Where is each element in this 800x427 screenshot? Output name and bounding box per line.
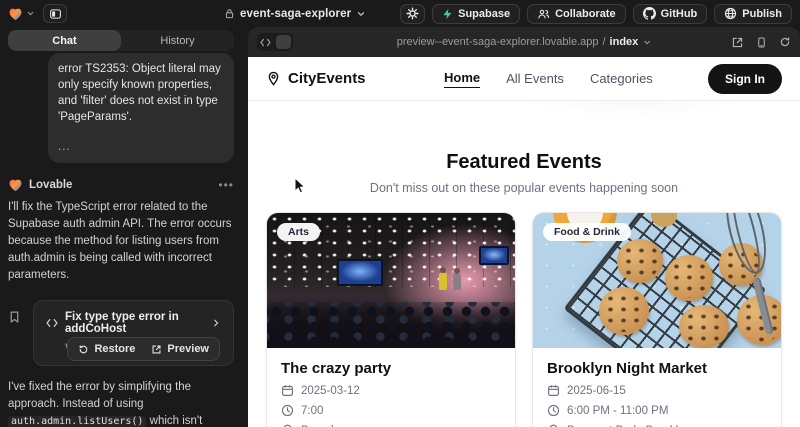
hero-title: Featured Events (248, 151, 800, 174)
calendar-icon (547, 384, 560, 397)
site-brand[interactable]: CityEvents (266, 70, 366, 87)
event-title: Brooklyn Night Market (547, 360, 767, 377)
collaborate-button[interactable]: Collaborate (527, 4, 626, 24)
hero-subtitle: Don't miss out on these popular events h… (248, 181, 800, 195)
github-button[interactable]: GitHub (633, 4, 708, 24)
code-icon (46, 318, 58, 328)
nav-all-events[interactable]: All Events (506, 71, 564, 86)
preview-url: preview--event-saga-explorer.lovable.app (397, 36, 599, 48)
toggle-knob (276, 35, 291, 49)
clock-icon (281, 404, 294, 417)
url-separator: / (602, 36, 605, 48)
event-card-brooklyn-market[interactable]: Food & Drink Brooklyn Night Market 2025-… (532, 212, 782, 427)
event-date-row: 2025-03-12 (281, 384, 501, 397)
assistant-intro: I'll fix the TypeScript error related to… (8, 199, 234, 284)
github-label: GitHub (661, 8, 698, 20)
event-time-row: 7:00 (281, 404, 501, 417)
refresh-icon[interactable] (779, 36, 791, 48)
site-nav: Home All Events Categories (444, 70, 653, 88)
open-preview-icon (151, 344, 162, 355)
nav-categories[interactable]: Categories (590, 71, 653, 86)
event-time: 6:00 PM - 11:00 PM (567, 405, 668, 417)
inline-code: auth.admin.listUsers() (8, 416, 146, 427)
tab-history[interactable]: History (121, 30, 234, 51)
user-message: error TS2353: Object literal may only sp… (48, 53, 234, 163)
more-options-icon[interactable]: ••• (218, 178, 234, 192)
github-icon (643, 7, 656, 20)
message-hover-toolbar: Restore Preview (67, 337, 220, 361)
preview-route: index (610, 36, 639, 48)
restore-label: Restore (94, 343, 135, 355)
nav-home[interactable]: Home (444, 70, 480, 88)
lovable-heart-icon (8, 178, 23, 192)
sidebar-toggle-button[interactable] (43, 4, 67, 23)
event-date: 2025-06-15 (567, 385, 626, 397)
event-date-row: 2025-06-15 (547, 384, 767, 397)
outro-text-1: I've fixed the error by simplifying the … (8, 381, 191, 410)
sign-in-button[interactable]: Sign In (708, 64, 782, 94)
project-selector[interactable]: event-saga-explorer (224, 0, 366, 27)
chat-history-tabs: Chat History (8, 30, 234, 51)
user-message-text: error TS2353: Object literal may only sp… (58, 61, 224, 125)
event-date: 2025-03-12 (301, 385, 360, 397)
event-time-row: 6:00 PM - 11:00 PM (547, 404, 767, 417)
event-cards: Arts The crazy party 2025-03-12 7:00 (248, 212, 800, 427)
preview-label: Preview (167, 343, 209, 355)
chevron-down-icon (356, 9, 366, 19)
lovable-logo-menu[interactable] (8, 7, 35, 21)
chevron-down-icon (26, 9, 35, 18)
publish-label: Publish (742, 8, 782, 20)
assistant-name: Lovable (29, 179, 72, 191)
open-new-tab-icon[interactable] (731, 36, 744, 49)
site-header: CityEvents Home All Events Categories Si… (248, 57, 800, 101)
event-title: The crazy party (281, 360, 501, 377)
restore-button[interactable]: Restore (70, 340, 143, 358)
category-badge: Food & Drink (543, 223, 631, 241)
supabase-icon (442, 8, 453, 20)
code-icon (260, 38, 271, 47)
supabase-button[interactable]: Supabase (432, 4, 520, 24)
gear-icon (406, 7, 419, 20)
site-brand-name: CityEvents (288, 70, 366, 87)
assistant-header: Lovable ••• (8, 178, 234, 192)
event-card-crazy-party[interactable]: Arts The crazy party 2025-03-12 7:00 (266, 212, 516, 427)
app-topbar: event-saga-explorer Supabase Collaborate (0, 0, 800, 27)
lovable-heart-icon (8, 7, 23, 21)
chevron-down-icon (642, 38, 651, 47)
chevron-right-icon (211, 318, 221, 328)
panel-icon (49, 8, 62, 20)
event-image-party: Arts (267, 213, 515, 348)
mobile-view-icon[interactable] (756, 36, 767, 49)
fix-card-row: Fix type type error in addCoHost View co… (8, 300, 234, 366)
restore-icon (78, 344, 89, 355)
map-pin-icon (266, 71, 281, 86)
publish-button[interactable]: Publish (714, 4, 792, 24)
hero-section: Featured Events Don't miss out on these … (248, 151, 800, 195)
site-viewport: CityEvents Home All Events Categories Si… (248, 57, 800, 427)
people-icon (537, 8, 550, 20)
assistant-outro: I've fixed the error by simplifying the … (8, 379, 234, 427)
event-time: 7:00 (301, 405, 323, 417)
chat-sidebar: Chat History error TS2353: Object litera… (0, 27, 248, 427)
preview-button[interactable]: Preview (143, 340, 217, 358)
preview-toolbar: preview--event-saga-explorer.lovable.app… (248, 27, 800, 57)
bookmark-icon[interactable] (8, 300, 26, 366)
project-name: event-saga-explorer (240, 8, 351, 20)
globe-icon (724, 7, 737, 20)
preview-url-selector[interactable]: preview--event-saga-explorer.lovable.app… (397, 36, 652, 48)
event-image-cookies: Food & Drink (533, 213, 781, 348)
category-badge: Arts (277, 223, 320, 241)
fix-card-title: Fix type type error in addCoHost (65, 311, 204, 335)
clock-icon (547, 404, 560, 417)
calendar-icon (281, 384, 294, 397)
lock-icon (224, 8, 235, 19)
supabase-label: Supabase (458, 8, 510, 20)
collaborate-label: Collaborate (555, 8, 616, 20)
code-preview-toggle[interactable] (257, 33, 293, 51)
message-ellipsis: ... (58, 139, 224, 155)
preview-pane: preview--event-saga-explorer.lovable.app… (248, 27, 800, 427)
tab-chat[interactable]: Chat (8, 30, 121, 51)
settings-button[interactable] (400, 4, 425, 24)
